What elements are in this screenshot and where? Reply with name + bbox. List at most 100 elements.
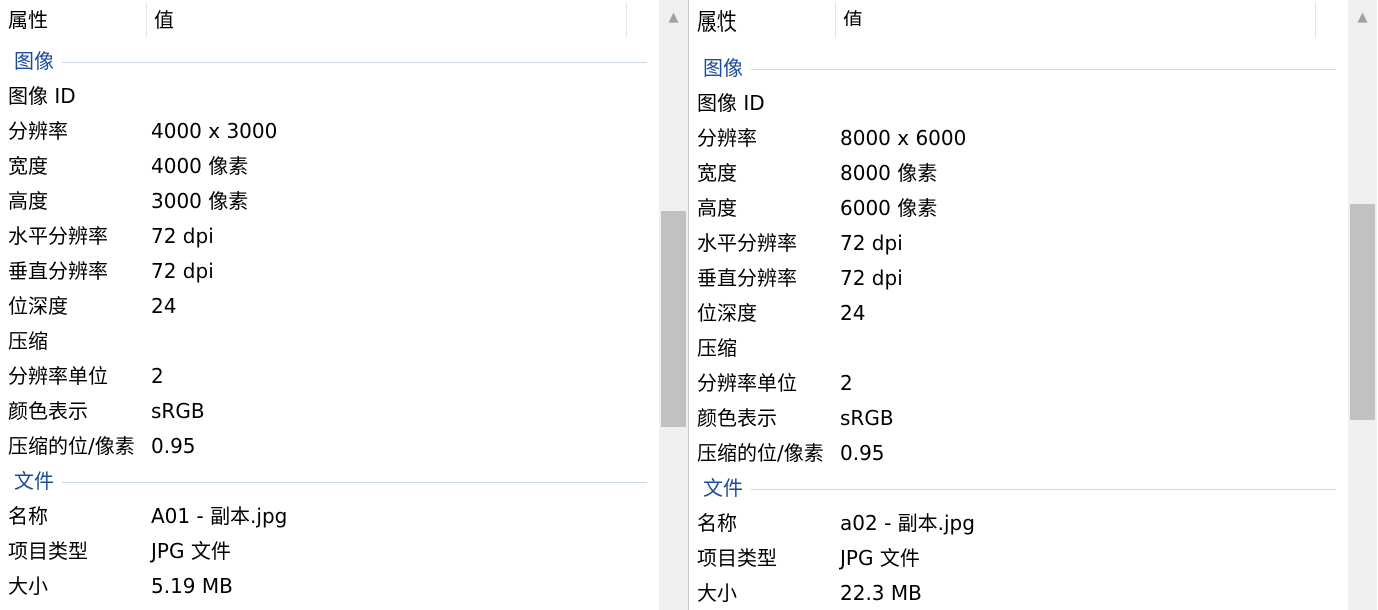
property-value: 24 [840,301,866,325]
property-value: 72 dpi [840,266,903,290]
property-name: 垂直分辨率 [8,259,108,283]
property-row[interactable]: 高度 3000 像素 [0,184,688,219]
property-row[interactable]: 颜色表示 sRGB [0,394,688,429]
property-name: 分辨率 [8,119,68,143]
property-row[interactable]: 项目类型 JPG 文件 [0,534,688,569]
property-row[interactable]: 图像 ID [0,79,688,114]
column-resize-handle[interactable] [1315,2,1316,26]
property-row[interactable]: 压缩 [0,324,688,359]
property-name: 项目类型 [697,546,777,570]
property-value: 2 [151,364,164,388]
property-name: 宽度 [8,154,48,178]
column-header-property[interactable]: 属性 [0,0,146,40]
property-name: 颜色表示 [8,399,88,423]
property-row[interactable]: 分辨率 8000 x 6000 [689,121,1378,156]
property-value: 22.3 MB [840,581,922,605]
vertical-scrollbar[interactable]: ▲ [1348,0,1377,610]
property-value: 8000 像素 [840,161,938,185]
group-divider [62,62,647,63]
property-value: 0.95 [151,434,196,458]
group-title: 图像 [703,56,743,80]
chevron-up-icon[interactable]: ▲ [1348,6,1377,30]
property-value: JPG 文件 [151,539,231,563]
property-row[interactable]: 水平分辨率 72 dpi [0,219,688,254]
property-value: 72 dpi [151,259,214,283]
scrollbar-thumb[interactable] [661,211,686,427]
property-name: 高度 [697,196,737,220]
column-header-value[interactable]: 值 [146,0,626,40]
property-name: 水平分辨率 [697,231,797,255]
group-title: 文件 [703,476,743,500]
property-name: 项目类型 [8,539,88,563]
property-row[interactable]: 垂直分辨率 72 dpi [0,254,688,289]
property-name: 大小 [697,581,737,605]
property-value: 4000 x 3000 [151,119,278,143]
column-header-property[interactable]: 属性 [689,0,835,26]
property-value: A01 - 副本.jpg [151,504,288,528]
property-name: 压缩的位/像素 [697,441,824,465]
property-row[interactable]: 大小 22.3 MB [689,576,1378,610]
property-row[interactable]: 压缩 [689,331,1378,366]
property-row[interactable]: 压缩的位/像素 0.95 [0,429,688,464]
vertical-scrollbar[interactable]: ▲ [659,0,688,610]
property-name: 宽度 [697,161,737,185]
property-list: 图像图像 ID 分辨率 4000 x 3000 宽度 4000 像素高度 3000 像素水… [0,44,688,604]
property-row[interactable]: 颜色表示 sRGB [689,401,1378,436]
property-name: 垂直分辨率 [697,266,797,290]
property-value: 6000 像素 [840,196,938,220]
property-row[interactable]: 分辨率 4000 x 3000 [0,114,688,149]
property-name: 分辨率 [697,126,757,150]
property-value: 3000 像素 [151,189,249,213]
property-value: 0.95 [840,441,885,465]
group-header[interactable]: 图像 [689,51,1378,86]
property-row[interactable]: 图像 ID [689,86,1378,121]
property-row[interactable]: 压缩的位/像素 0.95 [689,436,1378,471]
property-name: 高度 [8,189,48,213]
column-header-value[interactable]: 值 [835,0,1315,26]
property-row[interactable]: 分辨率单位 2 [0,359,688,394]
properties-pane-right: 图像图像 ID 分辨率 8000 x 6000 宽度 8000 像素高度 6000 像素水… [689,0,1378,610]
property-name: 位深度 [8,294,68,318]
property-name: 颜色表示 [697,406,777,430]
property-name: 分辨率单位 [8,364,108,388]
property-name: 大小 [8,574,48,598]
chevron-up-icon[interactable]: ▲ [659,6,688,30]
group-title: 文件 [14,469,54,493]
properties-pane-left: 属性 值 图像图像 ID 分辨率 4000 x 3000 宽度 4000 像素高度 300… [0,0,688,610]
property-row[interactable]: 名称 A01 - 副本.jpg [0,499,688,534]
property-row[interactable]: 项目类型 JPG 文件 [689,541,1378,576]
property-row[interactable]: 宽度 4000 像素 [0,149,688,184]
property-row[interactable]: 高度 6000 像素 [689,191,1378,226]
property-row[interactable]: 大小 5.19 MB [0,569,688,604]
property-value: 8000 x 6000 [840,126,967,150]
group-header[interactable]: 文件 [689,471,1378,506]
property-name: 分辨率单位 [697,371,797,395]
property-name: 图像 ID [697,91,765,115]
property-value: 24 [151,294,177,318]
scrollbar-thumb[interactable] [1350,204,1375,420]
group-divider [751,69,1336,70]
property-row[interactable]: 分辨率单位 2 [689,366,1378,401]
group-header[interactable]: 图像 [0,44,688,79]
property-value: 2 [840,371,853,395]
column-header: 属性 值 [689,0,1348,26]
property-value: 4000 像素 [151,154,249,178]
property-name: 压缩 [697,336,737,360]
property-name: 压缩 [8,329,48,353]
property-value: JPG 文件 [840,546,920,570]
property-row[interactable]: 水平分辨率 72 dpi [689,226,1378,261]
property-row[interactable]: 宽度 8000 像素 [689,156,1378,191]
property-row[interactable]: 位深度 24 [689,296,1378,331]
property-name: 压缩的位/像素 [8,434,135,458]
property-row[interactable]: 位深度 24 [0,289,688,324]
property-row[interactable]: 垂直分辨率 72 dpi [689,261,1378,296]
property-value: sRGB [151,399,205,423]
property-name: 名称 [8,504,48,528]
column-resize-handle[interactable] [626,2,627,38]
property-value: 72 dpi [151,224,214,248]
property-row[interactable]: 名称 a02 - 副本.jpg [689,506,1378,541]
group-header[interactable]: 文件 [0,464,688,499]
property-list: 图像图像 ID 分辨率 8000 x 6000 宽度 8000 像素高度 6000 像素水… [689,51,1378,610]
column-header: 属性 值 [0,0,659,40]
group-title: 图像 [14,49,54,73]
